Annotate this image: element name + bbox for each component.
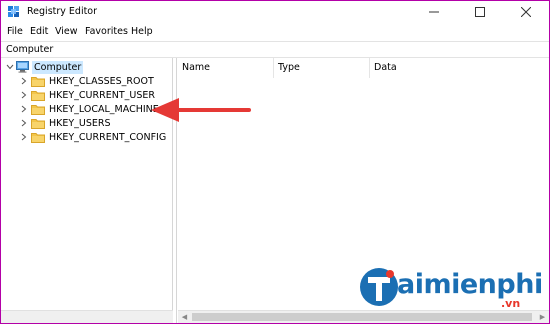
tree-item-label: HKEY_CLASSES_ROOT: [49, 75, 154, 87]
tree-item-label: HKEY_LOCAL_MACHINE: [49, 103, 159, 115]
menu-file[interactable]: File: [7, 26, 23, 37]
registry-editor-window: Registry Editor File Edit View Favorites…: [0, 0, 550, 324]
folder-icon: [31, 76, 45, 87]
computer-icon: [16, 61, 29, 73]
tree-item-label: HKEY_CURRENT_USER: [49, 89, 155, 101]
tree-horizontal-scrollbar[interactable]: [1, 310, 173, 323]
folder-icon: [31, 132, 45, 143]
tree-item-hkey-users[interactable]: HKEY_USERS: [19, 116, 111, 130]
chevron-right-icon[interactable]: [19, 74, 29, 88]
chevron-right-icon[interactable]: [19, 130, 29, 144]
minimize-button[interactable]: [411, 1, 457, 23]
annotation-arrow-icon: [151, 98, 251, 122]
taimienphi-logo-icon: [360, 268, 398, 306]
watermark-suffix: .vn: [501, 297, 521, 310]
tree-item-hkey-current-config[interactable]: HKEY_CURRENT_CONFIG: [19, 130, 166, 144]
minimize-icon: [429, 11, 439, 13]
title-bar[interactable]: Registry Editor: [1, 1, 549, 23]
chevron-right-icon[interactable]: [19, 88, 29, 102]
tree-item-hkey-local-machine[interactable]: HKEY_LOCAL_MACHINE: [19, 102, 159, 116]
column-header-name[interactable]: Name: [178, 58, 274, 78]
column-header-type[interactable]: Type: [274, 58, 370, 78]
registry-editor-icon: [8, 6, 19, 17]
close-button[interactable]: [503, 1, 549, 23]
address-bar[interactable]: Computer: [1, 41, 549, 58]
menu-view[interactable]: View: [55, 26, 78, 37]
chevron-down-icon[interactable]: [5, 60, 15, 74]
close-icon: [521, 7, 531, 17]
maximize-icon: [475, 7, 485, 17]
folder-icon: [31, 90, 45, 101]
tree-item-label: HKEY_USERS: [49, 117, 111, 129]
menu-help[interactable]: Help: [131, 26, 153, 37]
chevron-right-icon[interactable]: [19, 116, 29, 130]
tree-item-hkey-current-user[interactable]: HKEY_CURRENT_USER: [19, 88, 155, 102]
menu-favorites[interactable]: Favorites: [85, 26, 128, 37]
menu-edit[interactable]: Edit: [30, 26, 48, 37]
watermark-text: aimienphi: [397, 269, 543, 300]
scroll-left-icon[interactable]: ◀: [178, 311, 191, 323]
tree-item-label: Computer: [32, 60, 84, 74]
scrollbar-thumb[interactable]: [192, 313, 532, 321]
key-tree-pane[interactable]: Computer HKEY_CLASSES_ROOT HKEY_CURRENT_…: [1, 58, 173, 323]
window-title: Registry Editor: [27, 6, 98, 17]
tree-item-hkey-classes-root[interactable]: HKEY_CLASSES_ROOT: [19, 74, 154, 88]
tree-item-label: HKEY_CURRENT_CONFIG: [49, 131, 167, 143]
watermark-logo: aimienphi .vn: [351, 263, 546, 313]
folder-icon: [31, 118, 45, 129]
folder-icon: [31, 104, 45, 115]
chevron-right-icon[interactable]: [19, 102, 29, 116]
address-path[interactable]: Computer: [6, 44, 53, 55]
menu-bar: File Edit View Favorites Help: [1, 23, 549, 41]
column-header-data[interactable]: Data: [370, 58, 549, 78]
maximize-button[interactable]: [457, 1, 503, 23]
tree-item-computer[interactable]: Computer: [5, 60, 84, 74]
